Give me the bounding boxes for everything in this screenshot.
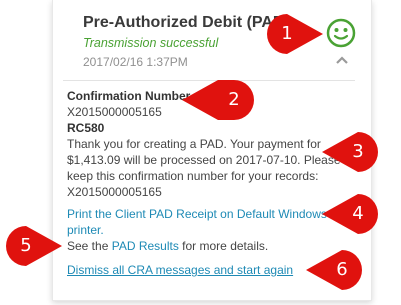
see-suffix: for more details. (178, 239, 269, 253)
print-receipt-link-continued[interactable]: printer. (67, 222, 104, 238)
chevron-up-icon[interactable] (336, 55, 348, 67)
callout-badge: 2 (182, 80, 254, 120)
callout-badge: 5 (6, 226, 62, 266)
print-receipt-link[interactable]: Print the Client PAD Receipt on Default … (67, 206, 327, 222)
message-line: X2015000005165 (67, 185, 162, 199)
see-prefix: See the (67, 239, 112, 253)
callout-number: 6 (336, 259, 348, 280)
pad-results-sentence: See the PAD Results for more details. (67, 238, 268, 254)
callout-badge: 3 (322, 132, 394, 172)
pad-results-link[interactable]: PAD Results (112, 239, 179, 253)
callout-number: 3 (352, 141, 364, 162)
transmission-status: Transmission successful (83, 36, 219, 50)
notification-title: Pre-Authorized Debit (PAD (83, 14, 285, 31)
message-line: Thank you for creating a PAD. Your payme… (67, 137, 321, 151)
callout-number: 1 (281, 23, 293, 44)
confirmation-label: Confirmation Number (67, 89, 191, 103)
smiley-face-icon (326, 18, 356, 48)
callout-number: 4 (352, 203, 364, 224)
confirmation-number: X2015000005165 (67, 105, 162, 119)
callout-badge: 1 (267, 14, 323, 54)
message-line: keep this confirmation number for your r… (67, 169, 319, 183)
callout-number: 2 (228, 89, 240, 110)
callout-badge: 6 (306, 250, 378, 290)
callout-number: 5 (20, 235, 32, 256)
notification-timestamp: 2017/02/16 1:37PM (83, 55, 188, 69)
dismiss-messages-link[interactable]: Dismiss all CRA messages and start again (67, 262, 293, 278)
response-code: RC580 (67, 121, 105, 135)
callout-badge: 4 (322, 194, 394, 234)
message-line: $1,413.09 will be processed on 2017-07-1… (67, 153, 341, 167)
